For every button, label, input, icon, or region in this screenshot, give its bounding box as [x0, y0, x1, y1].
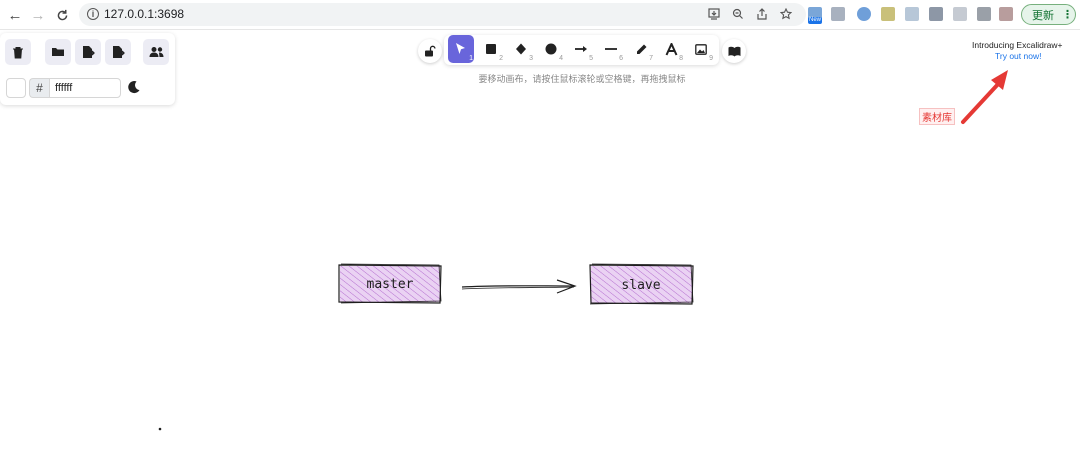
stray-dot: [158, 427, 162, 431]
connector-arrow[interactable]: [461, 279, 577, 294]
node-master[interactable]: master: [338, 263, 442, 304]
annotation-arrow: [961, 70, 1008, 124]
node-slave[interactable]: slave: [589, 263, 694, 305]
drawing-canvas[interactable]: master slave: [0, 0, 1080, 457]
node-label: master: [367, 277, 414, 292]
node-label: slave: [621, 278, 660, 293]
